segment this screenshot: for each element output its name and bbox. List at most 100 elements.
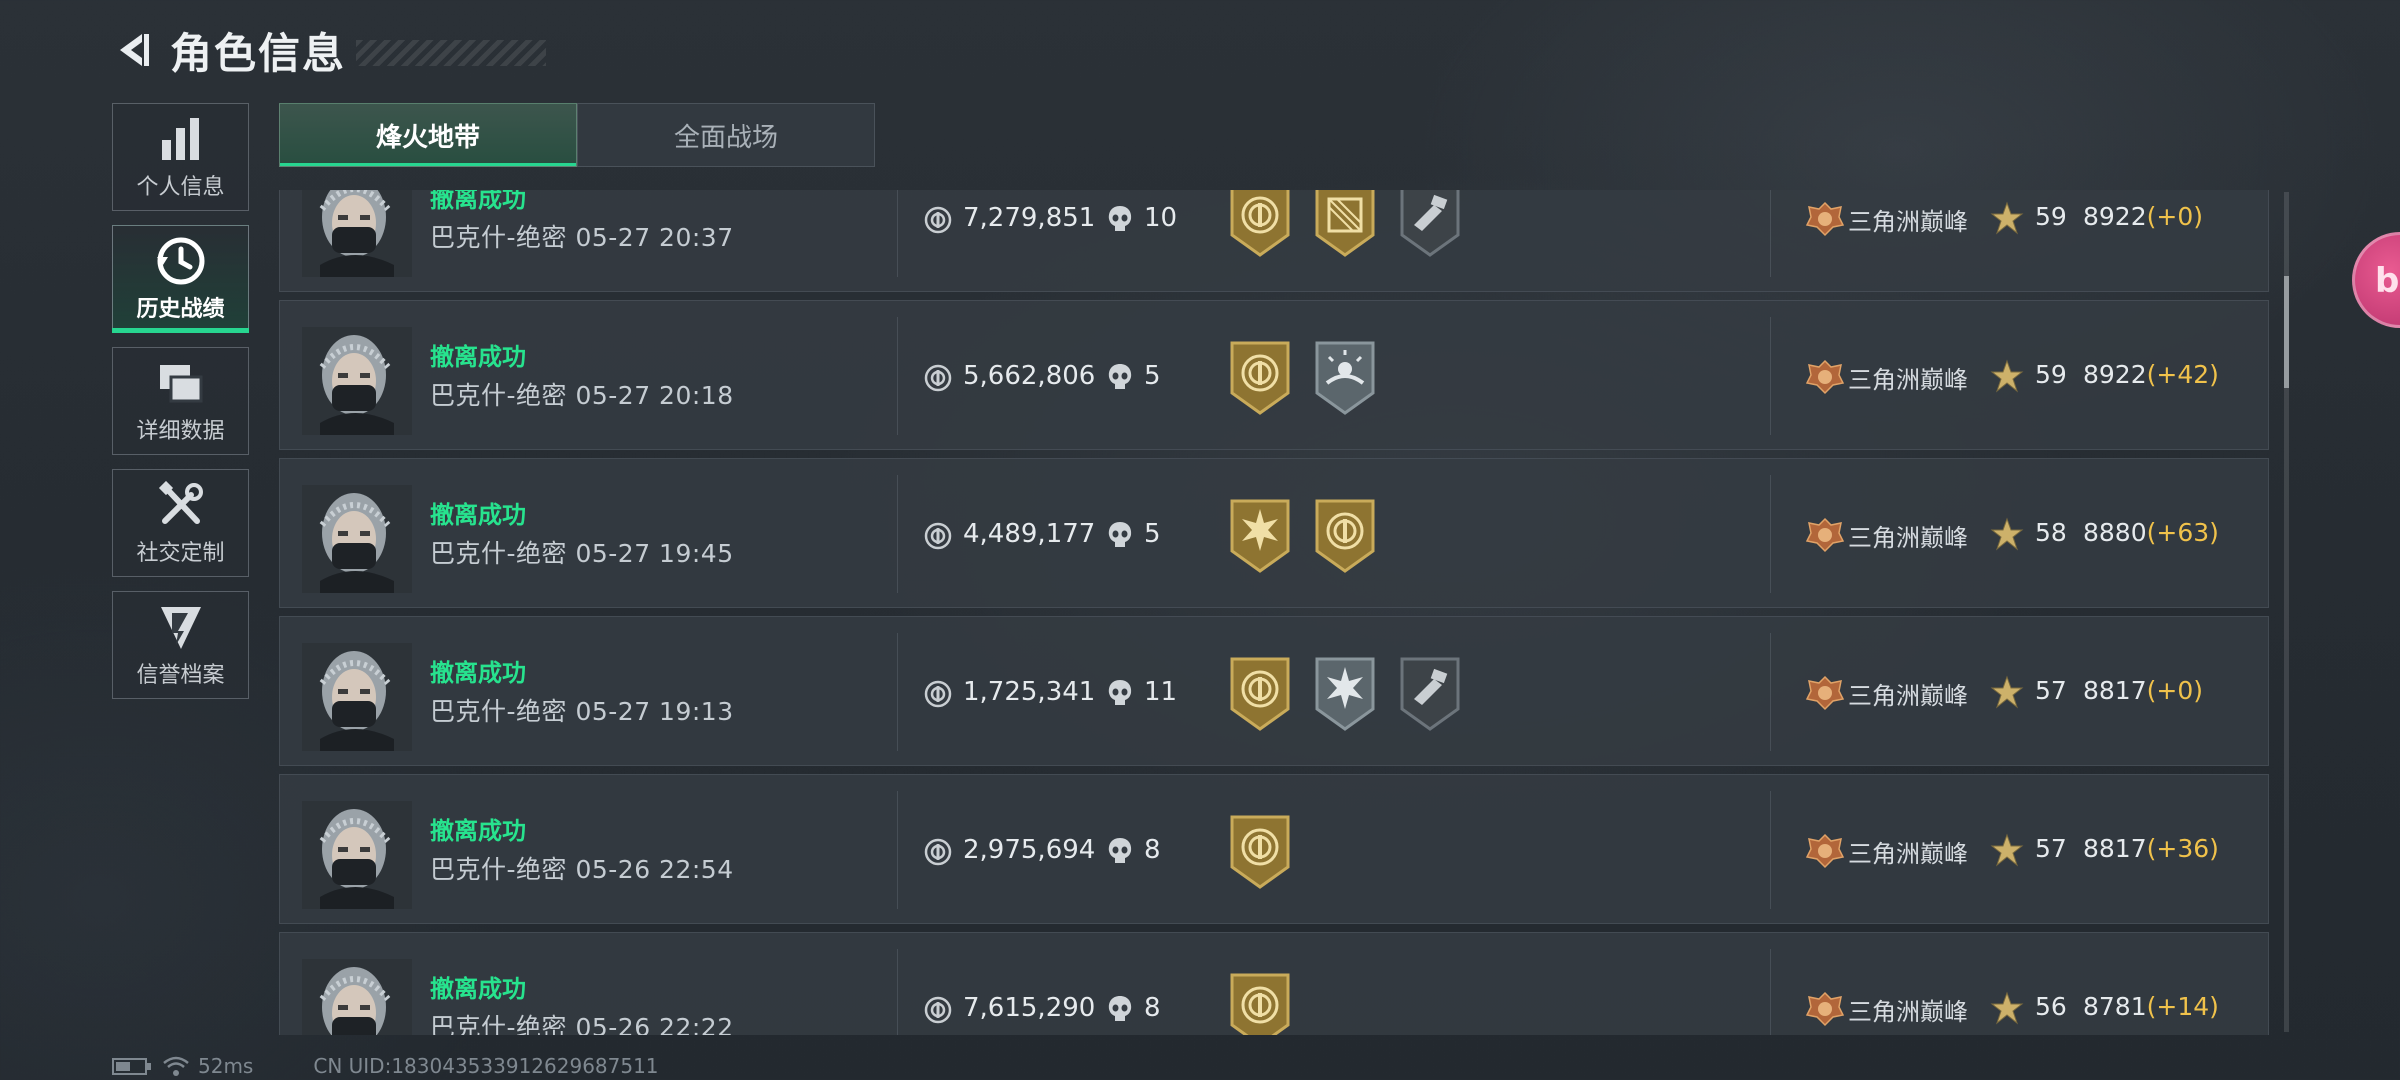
loot-value: 2,975,694: [963, 835, 1096, 865]
operator-avatar[interactable]: [302, 959, 412, 1035]
gold-coin-badge-icon[interactable]: [1228, 190, 1292, 257]
match-history-list[interactable]: 撤离成功 巴克什-绝密 05-27 20:37 7,279,851 10 三角洲…: [279, 190, 2269, 1035]
operator-avatar[interactable]: [302, 327, 412, 435]
rank-points-change: (+42): [2146, 360, 2219, 389]
rank-title: 三角洲巅峰: [1848, 998, 1968, 1026]
currency-coin-icon: [924, 838, 952, 866]
rank-title: 三角洲巅峰: [1848, 366, 1968, 394]
nav-item-social-custom[interactable]: 社交定制: [112, 469, 249, 577]
gold-burst-badge-icon[interactable]: [1228, 497, 1292, 573]
rank-score: 8922(+0): [2083, 202, 2203, 231]
kill-count: 5: [1144, 361, 1161, 391]
header: 角色信息: [112, 22, 547, 78]
operator-avatar[interactable]: [302, 801, 412, 909]
row-divider: [1770, 949, 1771, 1035]
gold-coin-badge-icon[interactable]: [1228, 655, 1292, 731]
cards-icon: [155, 357, 207, 409]
gold-coin-badge-icon[interactable]: [1228, 971, 1292, 1035]
nav-item-reputation[interactable]: 信誉档案: [112, 591, 249, 699]
side-nav: 个人信息 历史战绩 详细数据 社交定制 信誉档案: [112, 103, 249, 713]
rank-points: 8922: [2083, 202, 2147, 231]
star-level-icon: [1990, 991, 2024, 1025]
map-mode-time: 巴克什-绝密 05-27 19:45: [430, 539, 734, 568]
currency-coin-icon: [924, 364, 952, 392]
nav-item-personal-info[interactable]: 个人信息: [112, 103, 249, 211]
gold-coin-badge-icon[interactable]: [1228, 339, 1292, 415]
silver-escape-badge-icon[interactable]: [1313, 339, 1377, 415]
operator-avatar[interactable]: [302, 643, 412, 751]
achievement-badges: [1228, 971, 1292, 1035]
row-divider: [1770, 475, 1771, 593]
bar-chart-icon: [155, 113, 207, 165]
star-level-icon: [1990, 675, 2024, 709]
rank-points: 8817: [2083, 676, 2147, 705]
gold-coin-badge-icon[interactable]: [1313, 497, 1377, 573]
kill-count: 8: [1144, 993, 1161, 1023]
rank-points-change: (+63): [2146, 518, 2219, 547]
loot-value: 7,279,851: [963, 203, 1096, 233]
achievement-badges: [1228, 655, 1462, 731]
map-mode-time: 巴克什-绝密 05-27 20:18: [430, 381, 734, 410]
battery-icon: [112, 1058, 151, 1075]
mode-tabs: 烽火地带 全面战场: [279, 103, 875, 167]
gold-coin-badge-icon[interactable]: [1228, 813, 1292, 889]
player-level: 59: [2035, 360, 2067, 389]
achievement-badges: [1228, 497, 1377, 573]
rank-points-change: (+14): [2146, 992, 2219, 1021]
rank-points-change: (+0): [2146, 676, 2203, 705]
skull-kills-icon: [1108, 838, 1132, 863]
kill-count: 11: [1144, 677, 1178, 707]
rank-emblem-icon: [1805, 991, 1845, 1027]
match-record-row[interactable]: 撤离成功 巴克什-绝密 05-26 22:22 7,615,290 8 三角洲巅…: [279, 932, 2269, 1035]
match-record-row[interactable]: 撤离成功 巴克什-绝密 05-27 20:18 5,662,806 5 三角洲巅…: [279, 300, 2269, 450]
currency-coin-icon: [924, 522, 952, 550]
floating-button-label: bi: [2375, 261, 2400, 301]
floating-app-button[interactable]: bi: [2352, 232, 2400, 328]
nav-item-history[interactable]: 历史战绩: [112, 225, 249, 333]
skull-kills-icon: [1108, 522, 1132, 547]
silver-burst-badge-icon[interactable]: [1313, 655, 1377, 731]
rank-points-change: (+0): [2146, 202, 2203, 231]
page-title: 角色信息: [170, 28, 347, 78]
operator-avatar[interactable]: [302, 485, 412, 593]
star-level-icon: [1990, 517, 2024, 551]
match-record-row[interactable]: 撤离成功 巴克什-绝密 05-27 19:13 1,725,341 11 三角洲…: [279, 616, 2269, 766]
row-divider: [897, 190, 898, 277]
tab-full-battlefield[interactable]: 全面战场: [577, 103, 875, 167]
extraction-result: 撤离成功: [430, 975, 526, 1003]
skull-kills-icon: [1108, 206, 1132, 231]
back-arrow-icon[interactable]: [112, 28, 156, 72]
scrollbar-thumb[interactable]: [2284, 276, 2289, 388]
nav-item-detailed-data[interactable]: 详细数据: [112, 347, 249, 455]
tab-fenghuo-zone[interactable]: 烽火地带: [279, 103, 577, 167]
grey-wrench-badge-icon[interactable]: [1398, 190, 1462, 257]
uid-text: CN UID:18304353391262968751​1: [313, 1054, 659, 1078]
skull-kills-icon: [1108, 364, 1132, 389]
match-record-row[interactable]: 撤离成功 巴克什-绝密 05-26 22:54 2,975,694 8 三角洲巅…: [279, 774, 2269, 924]
match-record-row[interactable]: 撤离成功 巴克什-绝密 05-27 19:45 4,489,177 5 三角洲巅…: [279, 458, 2269, 608]
row-divider: [1770, 190, 1771, 277]
row-divider: [897, 633, 898, 751]
loot-value: 4,489,177: [963, 519, 1096, 549]
rank-score: 8781(+14): [2083, 992, 2219, 1021]
match-record-row[interactable]: 撤离成功 巴克什-绝密 05-27 20:37 7,279,851 10 三角洲…: [279, 190, 2269, 292]
operator-avatar[interactable]: [302, 190, 412, 277]
rank-points: 8781: [2083, 992, 2147, 1021]
loot-value: 1,725,341: [963, 677, 1096, 707]
rank-points: 8880: [2083, 518, 2147, 547]
player-level: 59: [2035, 202, 2067, 231]
nav-label: 详细数据: [136, 419, 225, 444]
loot-value: 7,615,290: [963, 993, 1096, 1023]
rank-score: 8880(+63): [2083, 518, 2219, 547]
currency-coin-icon: [924, 206, 952, 234]
rank-title: 三角洲巅峰: [1848, 208, 1968, 236]
gold-crate-badge-icon[interactable]: [1313, 190, 1377, 257]
kill-count: 10: [1144, 203, 1178, 233]
achievement-badges: [1228, 339, 1377, 415]
grey-wrench-badge-icon[interactable]: [1398, 655, 1462, 731]
map-mode-time: 巴克什-绝密 05-27 19:13: [430, 697, 734, 726]
nav-label: 信誉档案: [136, 663, 225, 688]
rank-score: 8817(+36): [2083, 834, 2219, 863]
player-level: 56: [2035, 992, 2067, 1021]
achievement-badges: [1228, 190, 1462, 257]
